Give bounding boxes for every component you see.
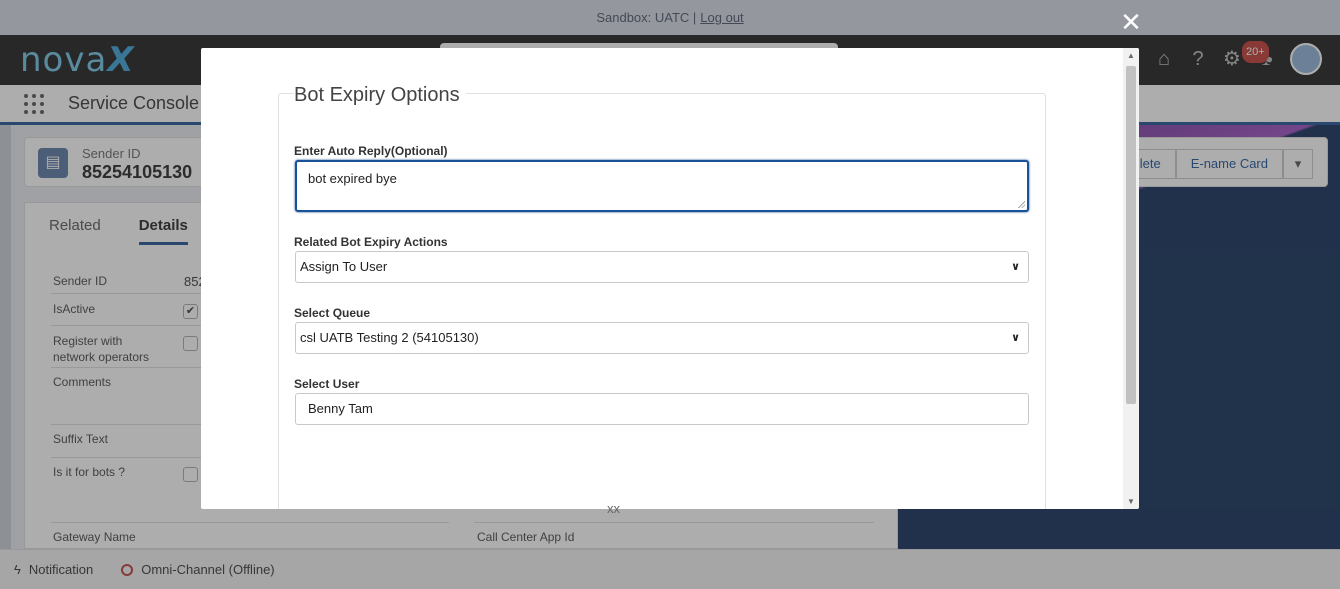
expiry-action-value: Assign To User bbox=[300, 259, 388, 274]
expiry-action-select[interactable]: Assign To User ∨ bbox=[295, 251, 1029, 283]
modal-scrollbar[interactable]: ▲ ▼ bbox=[1123, 48, 1139, 509]
footer-text: xx bbox=[607, 501, 620, 516]
user-input[interactable]: Benny Tam bbox=[295, 393, 1029, 425]
modal-title: Bot Expiry Options bbox=[294, 84, 466, 107]
chevron-down-icon: ∨ bbox=[1011, 332, 1020, 344]
resize-handle-icon[interactable] bbox=[1017, 200, 1025, 208]
expiry-action-label: Related Bot Expiry Actions bbox=[294, 235, 448, 249]
auto-reply-textarea[interactable]: bot expired bye bbox=[295, 160, 1029, 212]
queue-label: Select Queue bbox=[294, 306, 371, 320]
queue-value: csl UATB Testing 2 (54105130) bbox=[300, 330, 479, 345]
chevron-down-icon: ∨ bbox=[1011, 261, 1020, 273]
user-label: Select User bbox=[294, 377, 360, 391]
scrollbar-thumb[interactable] bbox=[1126, 66, 1136, 404]
close-icon[interactable]: ✕ bbox=[1119, 9, 1143, 35]
auto-reply-value: bot expired bye bbox=[308, 171, 397, 186]
scroll-up-icon[interactable]: ▲ bbox=[1127, 51, 1135, 60]
auto-reply-label: Enter Auto Reply(Optional) bbox=[294, 144, 448, 158]
queue-select[interactable]: csl UATB Testing 2 (54105130) ∨ bbox=[295, 322, 1029, 354]
scroll-down-icon[interactable]: ▼ bbox=[1127, 497, 1135, 506]
user-value: Benny Tam bbox=[308, 401, 373, 416]
bot-expiry-modal: Bot Expiry Options Enter Auto Reply(Opti… bbox=[201, 48, 1139, 509]
